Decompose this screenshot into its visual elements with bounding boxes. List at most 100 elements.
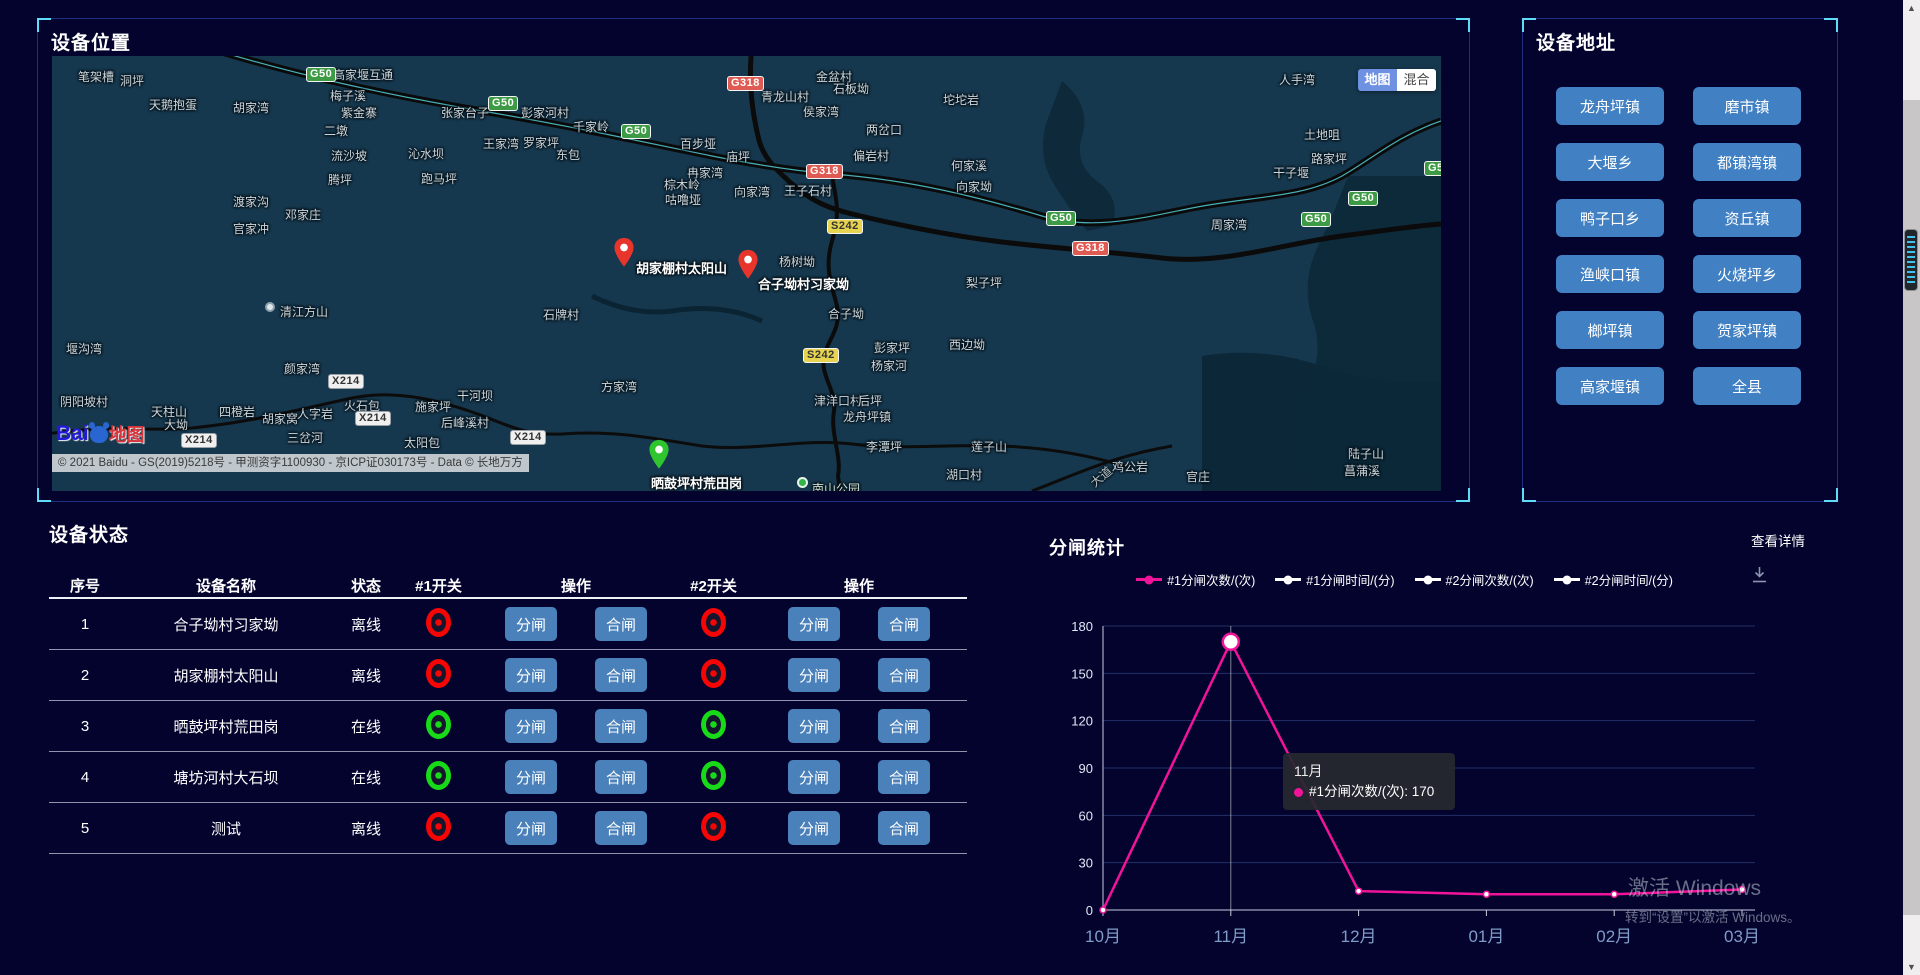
switch1-open-button[interactable]: 分闸: [505, 709, 557, 743]
map-label: 向家湾: [734, 183, 770, 200]
map-label: 青龙山村: [761, 88, 809, 105]
map-marker[interactable]: [737, 249, 759, 280]
switch1-status-indicator: [426, 812, 451, 841]
baidu-map[interactable]: 笔架槽洞坪天鹅抱蛋胡家湾高家堰互通梅子溪紫金寨二墩张家台子王家湾流沙坡沁水坝腾坪…: [52, 56, 1441, 491]
legend-item[interactable]: #1分闸次数/(次): [1136, 570, 1255, 589]
switch1-close-button[interactable]: 合闸: [595, 658, 647, 692]
road-shield: G50: [1424, 161, 1441, 176]
svg-text:180: 180: [1071, 619, 1093, 634]
park-poi-icon[interactable]: [797, 477, 808, 488]
switch2-close-button[interactable]: 合闸: [878, 811, 930, 845]
column-header: #1开关: [415, 575, 462, 596]
switch1-open-button[interactable]: 分闸: [505, 811, 557, 845]
address-town-button[interactable]: 高家堰镇: [1556, 367, 1664, 405]
device-name: 胡家棚村太阳山: [173, 665, 278, 686]
legend-item[interactable]: #1分闸时间/(分): [1275, 570, 1394, 589]
scroll-slider-widget[interactable]: [1904, 229, 1918, 291]
legend-item[interactable]: #2分闸次数/(次): [1415, 570, 1534, 589]
svg-text:0: 0: [1086, 903, 1093, 918]
map-label: 侯家湾: [803, 103, 839, 120]
map-marker[interactable]: [613, 237, 635, 268]
address-town-button[interactable]: 贺家坪镇: [1693, 311, 1801, 349]
row-index: 4: [81, 769, 89, 786]
road-shield: X214: [181, 433, 217, 448]
switch1-close-button[interactable]: 合闸: [595, 811, 647, 845]
address-town-button[interactable]: 榔坪镇: [1556, 311, 1664, 349]
switch2-open-button[interactable]: 分闸: [788, 811, 840, 845]
switch2-open-button[interactable]: 分闸: [788, 709, 840, 743]
corner-accent: [1522, 488, 1536, 502]
column-header: 操作: [561, 575, 591, 596]
table-row: 5 测试 离线 分闸 合闸 分闸 合闸: [49, 803, 967, 854]
road-shield: G318: [1072, 241, 1109, 256]
map-type-hybrid-button[interactable]: 混合: [1397, 69, 1436, 91]
svg-text:11月: 11月: [1213, 927, 1248, 946]
address-town-button[interactable]: 磨市镇: [1693, 87, 1801, 125]
switch2-open-button[interactable]: 分闸: [788, 760, 840, 794]
map-marker[interactable]: [648, 439, 670, 470]
switch2-close-button[interactable]: 合闸: [878, 709, 930, 743]
address-town-button[interactable]: 全县: [1693, 367, 1801, 405]
switch2-status-indicator: [701, 608, 726, 637]
address-town-button[interactable]: 火烧坪乡: [1693, 255, 1801, 293]
road-shield: S242: [803, 348, 839, 363]
map-label: 方家湾: [601, 378, 637, 395]
switch1-open-button[interactable]: 分闸: [505, 658, 557, 692]
map-attribution: © 2021 Baidu - GS(2019)5218号 - 甲测资字11009…: [52, 454, 529, 472]
map-label: 颜家湾: [284, 360, 320, 377]
switch2-close-button[interactable]: 合闸: [878, 607, 930, 641]
legend-marker-icon: [1275, 578, 1301, 581]
address-town-button[interactable]: 渔峡口镇: [1556, 255, 1664, 293]
map-label: 合子坳: [828, 305, 864, 322]
map-label: 腾坪: [328, 171, 352, 188]
map-label: 人字岩: [297, 405, 333, 422]
address-button-grid: 龙舟坪镇磨市镇大堰乡都镇湾镇鸭子口乡资丘镇渔峡口镇火烧坪乡榔坪镇贺家坪镇高家堰镇…: [1556, 87, 1801, 405]
baidu-logo: Bai 地图: [56, 421, 145, 447]
switch2-open-button[interactable]: 分闸: [788, 658, 840, 692]
map-label: 紫金寨: [341, 104, 377, 121]
switch1-open-button[interactable]: 分闸: [505, 760, 557, 794]
scroll-down-arrow-icon[interactable]: ▼: [1903, 962, 1920, 972]
corner-accent: [1456, 488, 1470, 502]
svg-text:01月: 01月: [1468, 927, 1504, 946]
map-label: 东包: [556, 146, 580, 163]
switch1-open-button[interactable]: 分闸: [505, 607, 557, 641]
windows-activation-watermark-sub: 转到“设置”以激活 Windows。: [1625, 906, 1801, 926]
scrollbar-thumb[interactable]: [1903, 100, 1920, 915]
switch2-open-button[interactable]: 分闸: [788, 607, 840, 641]
scroll-up-arrow-icon[interactable]: ▲: [1903, 3, 1920, 13]
address-town-button[interactable]: 都镇湾镇: [1693, 143, 1801, 181]
device-location-title: 设备位置: [51, 28, 131, 55]
map-type-map-button[interactable]: 地图: [1358, 69, 1397, 91]
page-scrollbar[interactable]: ▲ ▼: [1903, 0, 1920, 975]
road-shield: X214: [355, 411, 391, 426]
map-label: 王子石村: [784, 182, 832, 199]
map-label: 庙坪: [726, 148, 750, 165]
switch1-close-button[interactable]: 合闸: [595, 709, 647, 743]
address-town-button[interactable]: 龙舟坪镇: [1556, 87, 1664, 125]
row-index: 5: [81, 820, 89, 837]
map-label: 百步垭: [680, 135, 716, 152]
baidu-paw-icon: [90, 426, 108, 443]
map-label: 莲子山: [971, 438, 1007, 455]
switch1-status-indicator: [426, 659, 451, 688]
map-label: 人手湾: [1279, 71, 1315, 88]
svg-text:60: 60: [1079, 808, 1093, 823]
legend-item[interactable]: #2分闸时间/(分): [1554, 570, 1673, 589]
address-town-button[interactable]: 鸭子口乡: [1556, 199, 1664, 237]
switch1-close-button[interactable]: 合闸: [595, 607, 647, 641]
switch1-status-indicator: [426, 710, 451, 739]
map-label: 李潭坪: [866, 438, 902, 455]
switch2-close-button[interactable]: 合闸: [878, 760, 930, 794]
map-label: 天鹅抱蛋: [149, 96, 197, 113]
address-town-button[interactable]: 资丘镇: [1693, 199, 1801, 237]
status-table-header: 序号设备名称状态#1开关操作#2开关操作: [49, 573, 967, 599]
view-details-link[interactable]: 查看详情: [1751, 530, 1805, 550]
switch2-close-button[interactable]: 合闸: [878, 658, 930, 692]
switch1-close-button[interactable]: 合闸: [595, 760, 647, 794]
switch2-status-indicator: [701, 710, 726, 739]
svg-text:03月: 03月: [1724, 927, 1760, 946]
map-label: 梨子坪: [966, 274, 1002, 291]
address-town-button[interactable]: 大堰乡: [1556, 143, 1664, 181]
svg-text:150: 150: [1071, 666, 1093, 681]
